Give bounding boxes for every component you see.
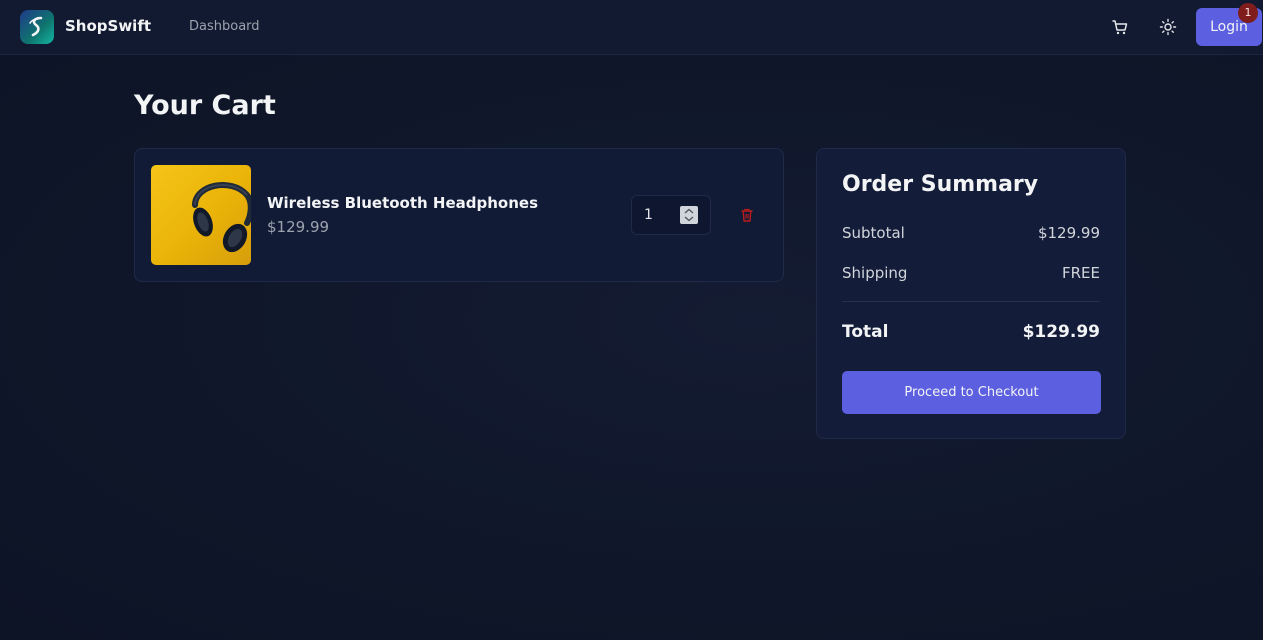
page-title: Your Cart	[134, 90, 276, 121]
quantity-value[interactable]: 1	[644, 207, 653, 223]
summary-divider	[842, 301, 1100, 302]
item-name[interactable]: Wireless Bluetooth Headphones	[267, 194, 538, 212]
shipping-value: FREE	[1061, 264, 1100, 282]
brand-logo-icon[interactable]	[20, 10, 54, 44]
quantity-stepper[interactable]: 1	[631, 195, 711, 235]
subtotal-value: $129.99	[1037, 224, 1100, 242]
total-value: $129.99	[1022, 322, 1100, 342]
item-price: $129.99	[267, 218, 330, 236]
headphones-image	[151, 165, 251, 265]
order-summary-title: Order Summary	[842, 172, 1039, 197]
checkout-button[interactable]: Proceed to Checkout	[842, 371, 1101, 414]
sun-icon[interactable]	[1158, 17, 1178, 37]
order-summary-card: Order Summary Subtotal $129.99 Shipping …	[816, 148, 1126, 439]
brand-name[interactable]: ShopSwift	[65, 17, 151, 35]
stepper-arrows-icon[interactable]	[680, 206, 698, 224]
cart-icon[interactable]	[1110, 17, 1130, 37]
cart-count-badge: 1	[1238, 3, 1258, 23]
top-navbar: ShopSwift Dashboard Login 1	[0, 0, 1263, 55]
total-label: Total	[842, 322, 889, 342]
nav-link-dashboard[interactable]: Dashboard	[189, 19, 260, 34]
trash-icon[interactable]	[739, 207, 755, 223]
cart-item: Wireless Bluetooth Headphones $129.99 1	[134, 148, 784, 282]
subtotal-label: Subtotal	[842, 224, 905, 242]
shipping-label: Shipping	[842, 264, 908, 282]
